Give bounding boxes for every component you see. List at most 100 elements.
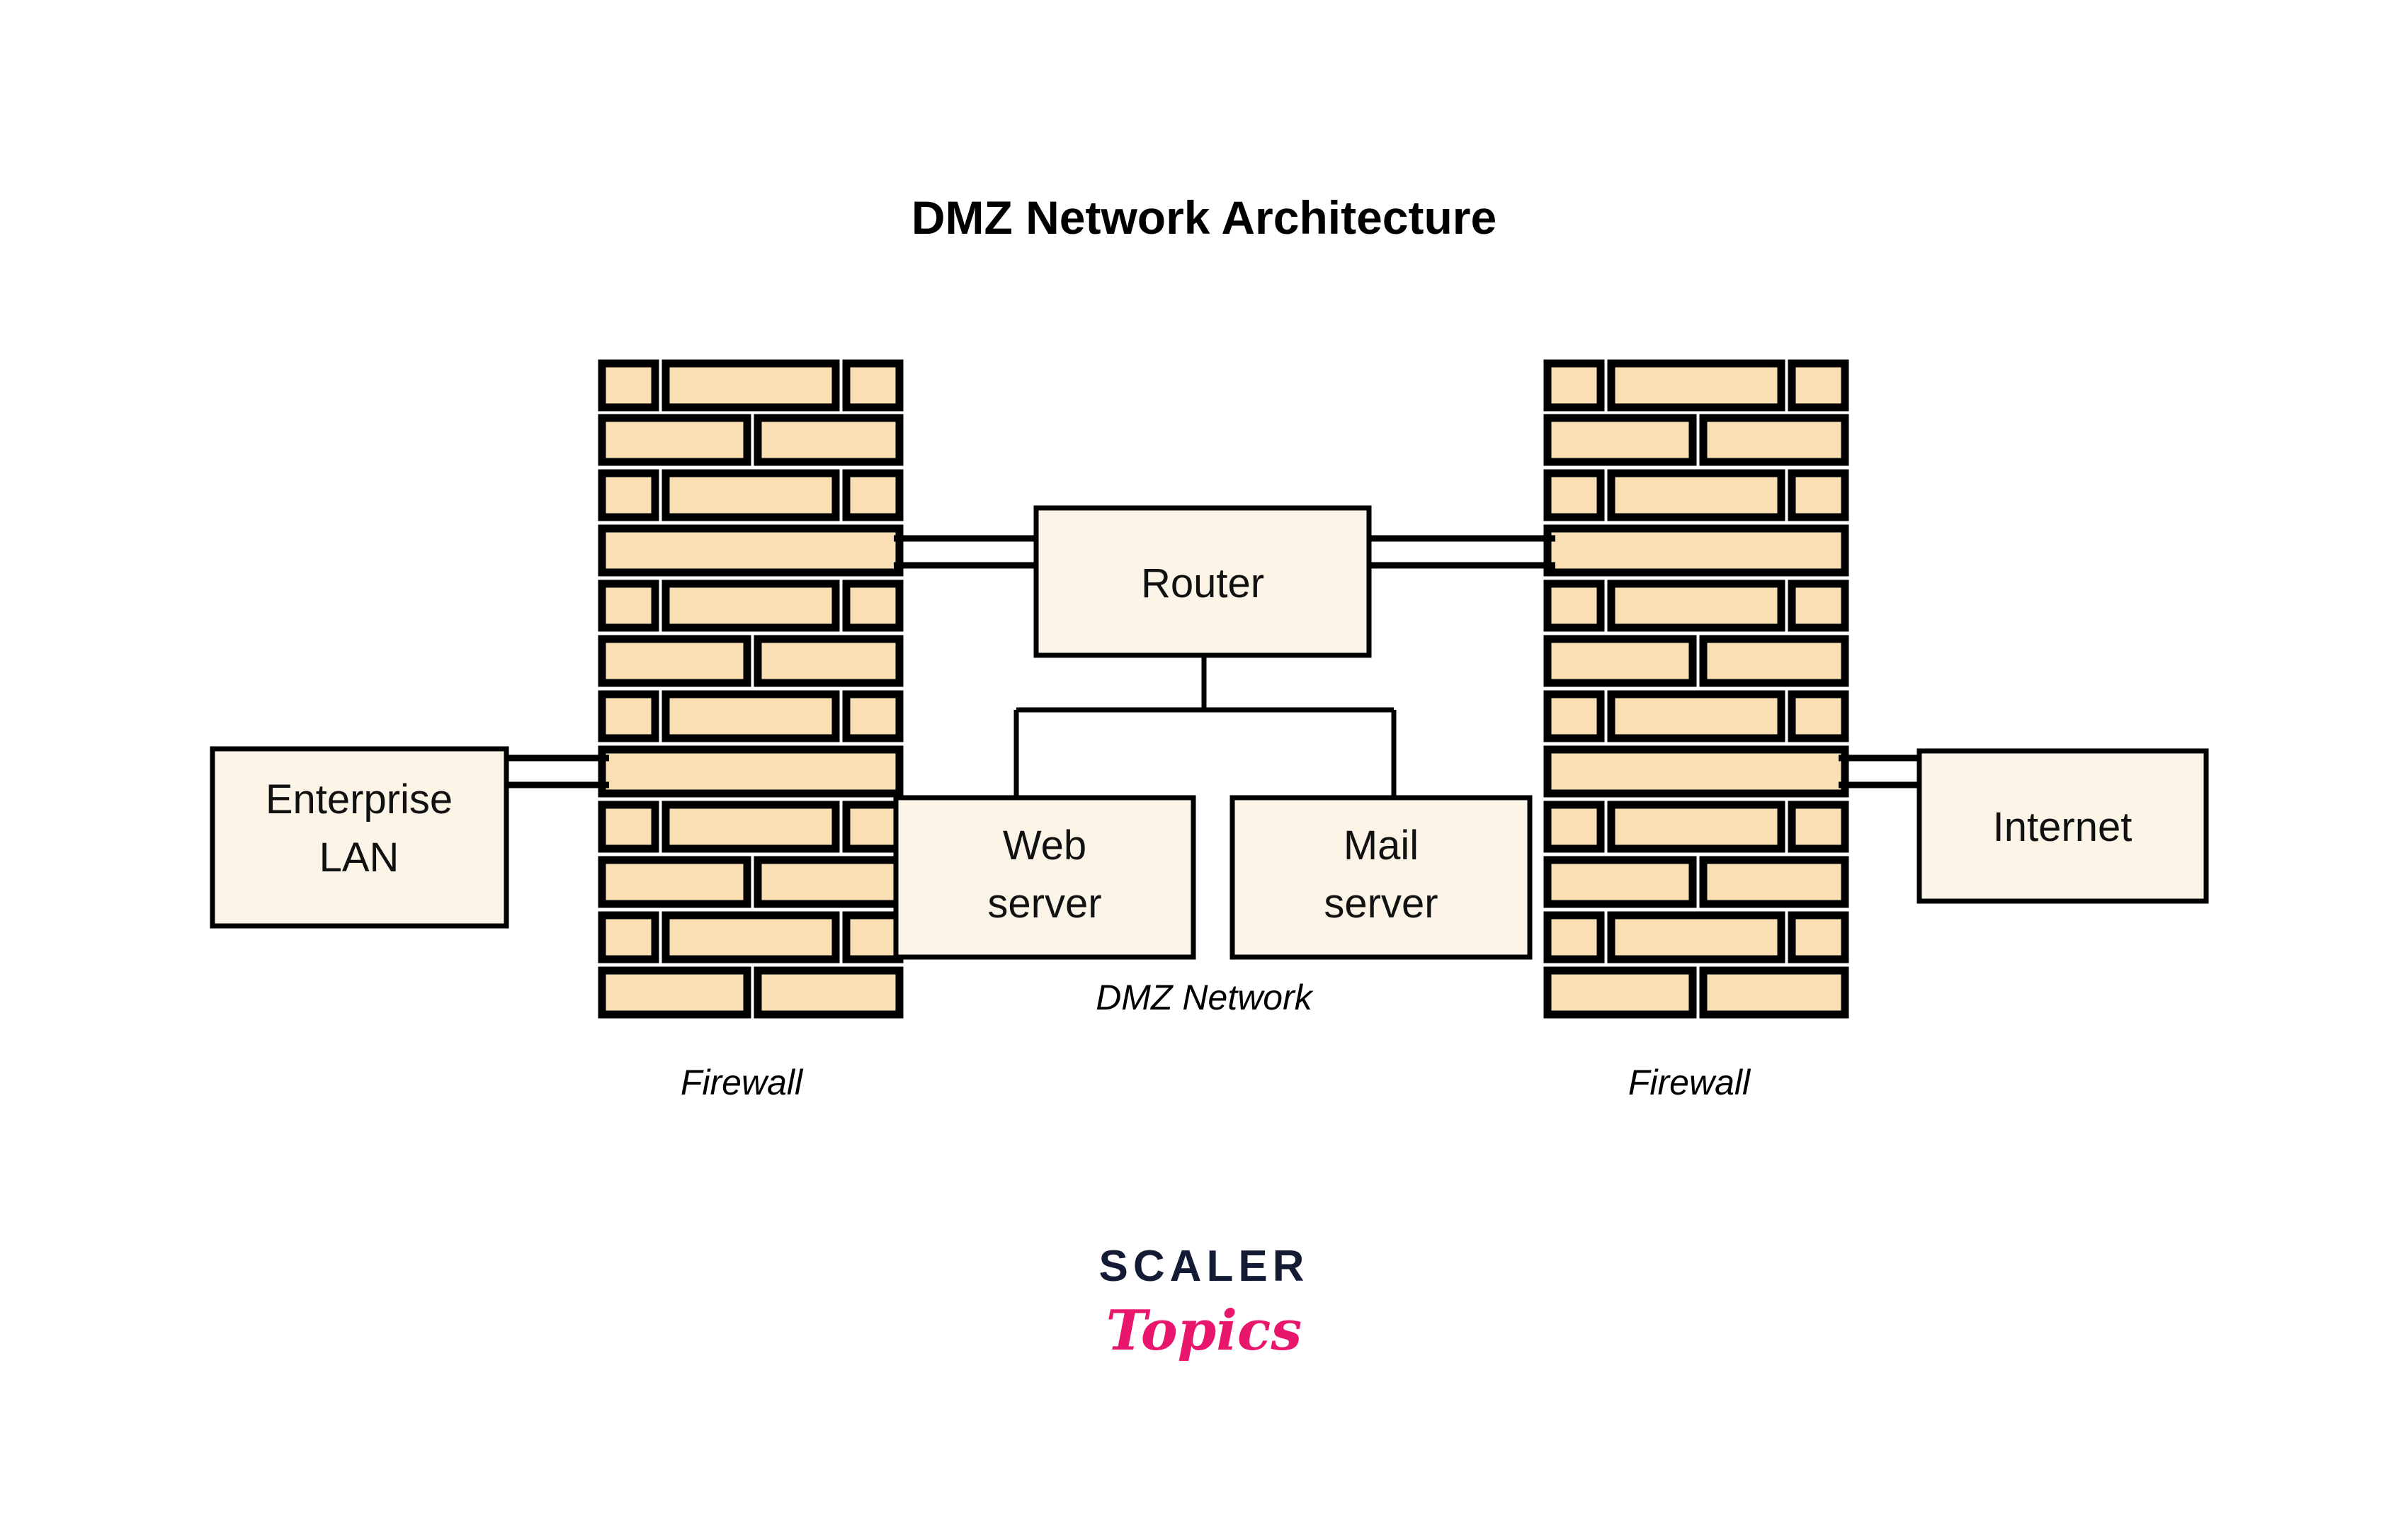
brick-row bbox=[1543, 635, 1849, 687]
mail-server-label-line1: Mail bbox=[1344, 822, 1419, 869]
brick-row bbox=[598, 690, 904, 742]
brick bbox=[598, 801, 659, 853]
brick-row bbox=[598, 359, 904, 412]
brick-row bbox=[1543, 359, 1849, 412]
brick bbox=[842, 579, 904, 632]
brick bbox=[661, 911, 840, 963]
brick-full bbox=[1543, 524, 1849, 577]
brick bbox=[598, 414, 751, 466]
brick bbox=[1788, 801, 1849, 853]
brick bbox=[661, 359, 840, 412]
firewall-left-caption: Firewall bbox=[681, 1063, 804, 1102]
brick bbox=[1543, 690, 1605, 742]
diagram-canvas: DMZ Network Architecture Enterprise LAN … bbox=[0, 0, 2408, 1538]
brick-row bbox=[1543, 911, 1849, 963]
brick bbox=[1543, 469, 1605, 521]
brick bbox=[1788, 579, 1849, 632]
web-server-label-line2: server bbox=[987, 881, 1101, 927]
router-label: Router bbox=[1141, 560, 1264, 606]
brick bbox=[1607, 801, 1785, 853]
brick-row bbox=[598, 414, 904, 466]
brick-row bbox=[1543, 579, 1849, 632]
brick-row bbox=[598, 801, 904, 853]
brick bbox=[1699, 856, 1849, 908]
brick bbox=[1788, 359, 1849, 412]
brick bbox=[661, 801, 840, 853]
enterprise-lan-label-line2: LAN bbox=[319, 835, 399, 881]
scaler-topics-logo: SCALER Topics bbox=[1099, 1242, 1310, 1363]
brick bbox=[842, 690, 904, 742]
brick bbox=[1543, 801, 1605, 853]
brick bbox=[598, 579, 659, 632]
node-enterprise-lan[interactable]: Enterprise LAN bbox=[210, 746, 509, 929]
page-title: DMZ Network Architecture bbox=[911, 191, 1497, 244]
scaler-wordmark: SCALER bbox=[1099, 1242, 1310, 1291]
mail-server-box[interactable] bbox=[1229, 795, 1533, 960]
brick bbox=[1607, 359, 1785, 412]
internet-label: Internet bbox=[1993, 804, 2132, 850]
web-server-label-line1: Web bbox=[1003, 822, 1086, 869]
brick-row bbox=[1543, 856, 1849, 908]
brick bbox=[598, 359, 659, 412]
dmz-network-diagram: DMZ Network Architecture Enterprise LAN … bbox=[210, 191, 2209, 1363]
node-router[interactable]: Router bbox=[1033, 505, 1372, 658]
web-server-box[interactable] bbox=[893, 795, 1196, 960]
firewall-right bbox=[1543, 359, 1849, 1019]
brick-full bbox=[598, 524, 904, 577]
brick bbox=[1607, 469, 1785, 521]
brick bbox=[1788, 911, 1849, 963]
firewall-left bbox=[598, 359, 904, 1038]
brick bbox=[1543, 579, 1605, 632]
node-mail-server[interactable]: Mail server bbox=[1229, 795, 1533, 960]
brick bbox=[598, 911, 659, 963]
node-internet[interactable]: Internet bbox=[1916, 748, 2209, 904]
brick-row bbox=[598, 579, 904, 632]
brick bbox=[842, 359, 904, 412]
brick bbox=[661, 469, 840, 521]
brick bbox=[1543, 359, 1605, 412]
brick bbox=[598, 856, 751, 908]
brick bbox=[1699, 966, 1849, 1019]
brick-row bbox=[602, 994, 655, 1038]
brick bbox=[754, 966, 904, 1019]
brick-row bbox=[1543, 690, 1849, 742]
brick-row bbox=[598, 911, 904, 963]
brick bbox=[754, 856, 904, 908]
brick bbox=[842, 911, 904, 963]
brick-full bbox=[1543, 745, 1849, 798]
brick bbox=[661, 690, 840, 742]
brick bbox=[1543, 856, 1697, 908]
brick bbox=[842, 801, 904, 853]
brick bbox=[598, 690, 659, 742]
brick bbox=[1543, 414, 1697, 466]
brick-row bbox=[598, 635, 904, 687]
brick-row bbox=[1543, 801, 1849, 853]
brick-row bbox=[598, 524, 904, 577]
enterprise-lan-label-line1: Enterprise bbox=[266, 776, 453, 822]
brick bbox=[1607, 911, 1785, 963]
brick-row bbox=[1543, 414, 1849, 466]
dmz-network-caption: DMZ Network bbox=[1096, 978, 1314, 1017]
brick-row bbox=[598, 745, 904, 798]
firewall-right-caption: Firewall bbox=[1628, 1063, 1751, 1102]
brick bbox=[1607, 579, 1785, 632]
brick-row bbox=[1543, 469, 1849, 521]
brick bbox=[842, 469, 904, 521]
brick bbox=[1788, 469, 1849, 521]
brick-row bbox=[1543, 524, 1849, 577]
brick bbox=[1788, 690, 1849, 742]
brick-row bbox=[598, 469, 904, 521]
brick bbox=[1607, 690, 1785, 742]
topics-wordmark: Topics bbox=[1106, 1299, 1302, 1363]
brick-row bbox=[1543, 966, 1849, 1019]
brick-row bbox=[598, 856, 904, 908]
brick bbox=[754, 414, 904, 466]
brick bbox=[754, 635, 904, 687]
brick bbox=[598, 635, 751, 687]
brick-row bbox=[1543, 745, 1849, 798]
node-web-server[interactable]: Web server bbox=[893, 795, 1196, 960]
brick-full bbox=[598, 745, 904, 798]
brick bbox=[1699, 414, 1849, 466]
brick bbox=[661, 579, 840, 632]
mail-server-label-line2: server bbox=[1324, 881, 1438, 927]
